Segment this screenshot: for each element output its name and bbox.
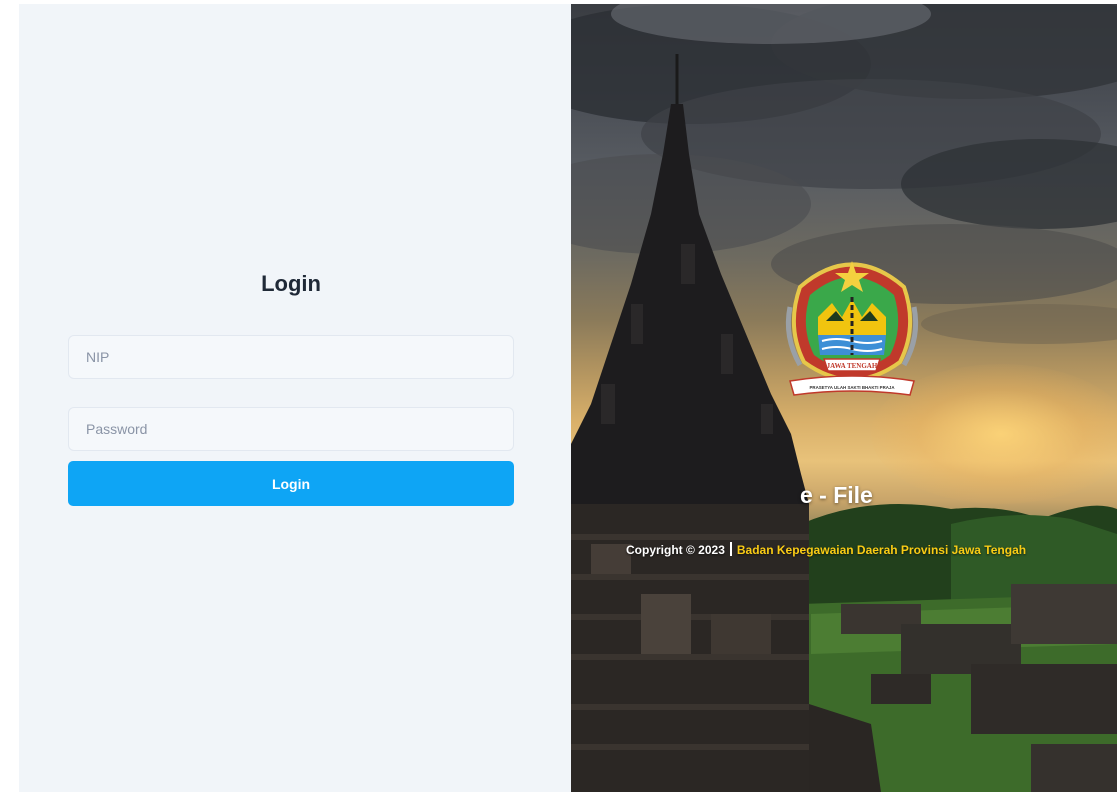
login-title: Login	[261, 271, 321, 296]
copyright-org-link[interactable]: Badan Kepegawaian Daerah Provinsi Jawa T…	[737, 543, 1026, 557]
copyright-line: Copyright © 2023 Badan Kepegawaian Daerah…	[626, 542, 1026, 557]
app-title: e - File	[800, 482, 873, 508]
nip-input[interactable]	[68, 335, 514, 379]
copyright-divider	[729, 542, 732, 556]
emblem-motto: PRASETYA ULAH SAKTI BHAKTI PRAJA	[809, 385, 895, 390]
login-button[interactable]: Login	[68, 461, 514, 506]
password-input[interactable]	[68, 407, 514, 451]
login-form: Login Login	[68, 268, 514, 506]
jawa-tengah-emblem-icon: JAWA TENGAH PRASETYA ULAH SAKTI BHAKTI P…	[785, 261, 919, 396]
login-panel: Login Login	[19, 4, 571, 792]
copyright-prefix: Copyright © 2023	[626, 543, 725, 557]
hero-panel: JAWA TENGAH PRASETYA ULAH SAKTI BHAKTI P…	[571, 4, 1117, 792]
login-page: Login Login	[0, 0, 1117, 792]
emblem-banner: JAWA TENGAH	[827, 362, 878, 370]
